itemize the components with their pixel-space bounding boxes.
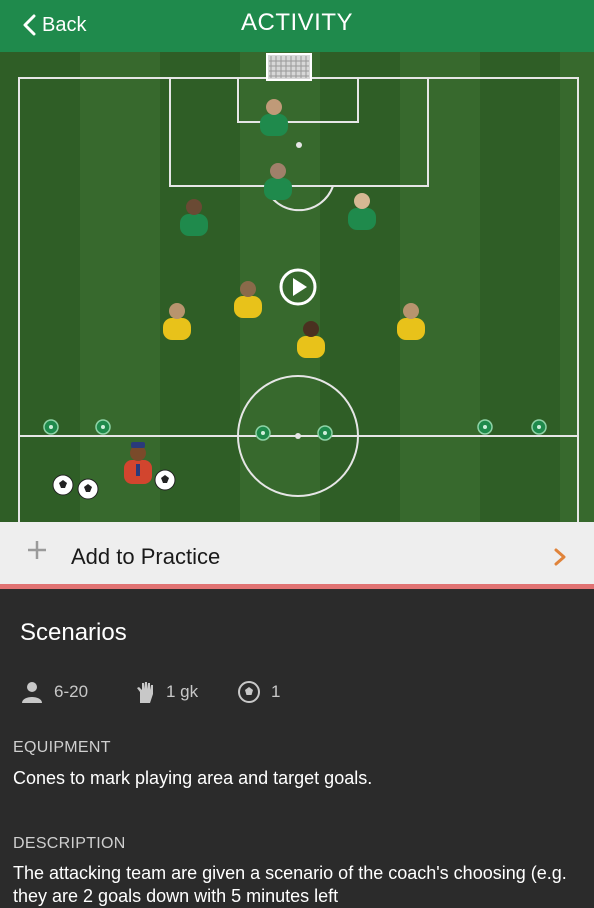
players-count: 6-20 (54, 682, 89, 701)
glove-icon (137, 682, 153, 703)
description-title: DESCRIPTION (13, 835, 126, 852)
add-to-practice-button[interactable]: Add to Practice (0, 522, 594, 589)
page-title: ACTIVITY (240, 9, 353, 36)
goal-net (266, 53, 312, 81)
pitch-diagram (0, 52, 594, 522)
chevron-right-icon (554, 548, 566, 566)
player-green (180, 199, 208, 236)
players-stat: 6-20 (20, 677, 88, 707)
plus-icon (28, 541, 46, 559)
person-icon (22, 682, 42, 703)
goalkeeper-stat: 1 gk (134, 677, 198, 707)
goalkeeper-count: 1 gk (166, 682, 199, 701)
add-to-practice-label: Add to Practice (71, 544, 221, 569)
activity-details: Scenarios 6-20 1 gk 1 EQUIPMENT Cones to… (0, 589, 594, 906)
description-text: The attacking team are given a scenario … (13, 863, 567, 906)
balls-stat: 1 (237, 677, 280, 707)
player-green (348, 193, 376, 230)
player-yellow (397, 303, 425, 340)
app-header: Back ACTIVITY (0, 0, 594, 52)
soccer-ball-icon (238, 681, 260, 703)
activity-stats: 6-20 1 gk 1 (20, 677, 580, 707)
player-green-goalkeeper (260, 99, 288, 136)
player-yellow (234, 281, 262, 318)
player-green (264, 163, 292, 200)
player-yellow (297, 321, 325, 358)
balls-count: 1 (271, 682, 281, 701)
activity-name: Scenarios (20, 619, 127, 646)
equipment-title: EQUIPMENT (13, 739, 111, 756)
play-icon[interactable] (278, 267, 318, 307)
equipment-text: Cones to mark playing area and target go… (13, 768, 373, 788)
player-yellow (163, 303, 191, 340)
